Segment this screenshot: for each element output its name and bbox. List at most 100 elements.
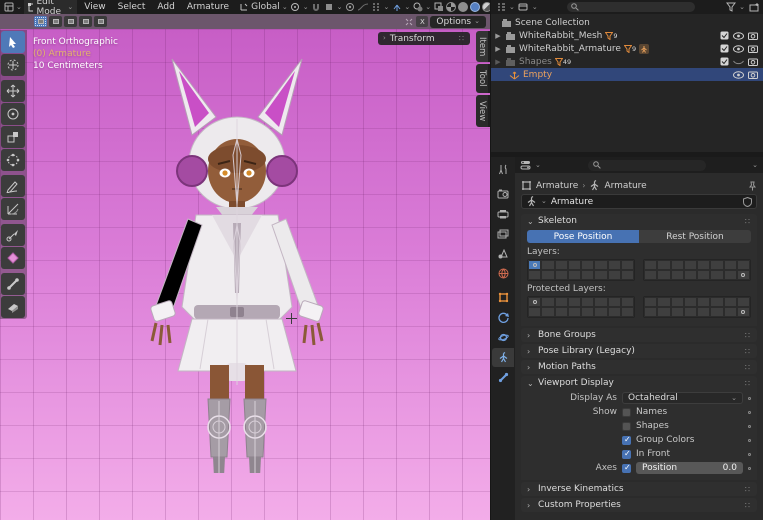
shading-wireframe-icon[interactable] <box>446 2 456 12</box>
overlays-chevron-icon[interactable]: ⌄ <box>425 4 431 11</box>
drag-handle-icon[interactable]: ∷ <box>745 363 751 372</box>
breadcrumb-object[interactable]: Armature <box>536 181 578 191</box>
layer-cell[interactable] <box>581 260 594 270</box>
layer-cell[interactable] <box>621 260 634 270</box>
layer-cell[interactable] <box>671 297 684 307</box>
outliner-type-chevron-icon[interactable]: ⌄ <box>509 4 515 11</box>
disclosure-triangle-icon[interactable]: ▶ <box>494 32 502 40</box>
rest-position-button[interactable]: Rest Position <box>639 230 751 243</box>
outliner-row-whiterabbit-armature[interactable]: ▶ WhiteRabbit_Armature 9 <box>491 42 763 55</box>
filter-icon[interactable] <box>725 2 736 13</box>
tab-world[interactable] <box>492 264 514 283</box>
armature-name-value[interactable]: Armature <box>551 197 739 207</box>
menu-select[interactable]: Select <box>113 1 151 13</box>
checkbox-icon[interactable] <box>720 57 729 66</box>
decorator-dot[interactable] <box>748 453 751 456</box>
display-as-dropdown[interactable]: Octahedral ⌄ <box>622 392 743 404</box>
tab-object-data-armature[interactable] <box>492 348 514 367</box>
outliner-row-whiterabbit-mesh[interactable]: ▶ WhiteRabbit_Mesh 9 <box>491 29 763 42</box>
layer-cell[interactable] <box>568 270 581 280</box>
breadcrumb-data[interactable]: Armature <box>604 181 646 191</box>
select-box-tool[interactable] <box>1 31 25 53</box>
layer-cell[interactable] <box>541 270 554 280</box>
overlays-icon[interactable] <box>412 2 423 13</box>
layer-cell[interactable] <box>737 260 750 270</box>
select-mode-invert-button[interactable] <box>79 16 92 27</box>
tab-view[interactable]: View <box>476 95 490 127</box>
new-collection-icon[interactable] <box>748 2 759 13</box>
layer-cell[interactable] <box>657 297 670 307</box>
show-gizmo-icon[interactable] <box>391 2 402 13</box>
layer-cell[interactable] <box>644 260 657 270</box>
mirror-icon[interactable] <box>370 2 381 13</box>
layer-cell[interactable] <box>737 297 750 307</box>
layer-cell[interactable] <box>684 297 697 307</box>
layer-cell[interactable] <box>555 307 568 317</box>
layer-cell[interactable] <box>671 270 684 280</box>
cursor-tool[interactable] <box>1 54 25 76</box>
layer-cell[interactable] <box>568 297 581 307</box>
layer-cell[interactable] <box>671 260 684 270</box>
layer-grid-right[interactable] <box>643 259 751 281</box>
select-mode-new-button[interactable] <box>34 16 47 27</box>
layer-cell[interactable] <box>737 307 750 317</box>
disclosure-triangle-icon[interactable]: ▶ <box>494 58 502 66</box>
header-chevron-icon[interactable]: ⌄ <box>752 162 758 169</box>
layer-cell[interactable] <box>697 260 710 270</box>
falloff-curve-icon[interactable] <box>357 2 368 13</box>
select-mode-intersect-button[interactable] <box>94 16 107 27</box>
rotate-tool[interactable] <box>1 103 25 125</box>
pose-position-button[interactable]: Pose Position <box>527 230 639 243</box>
layer-cell[interactable] <box>657 307 670 317</box>
layer-cell[interactable] <box>608 260 621 270</box>
shapes-checkbox[interactable] <box>622 422 631 431</box>
axes-checkbox[interactable] <box>622 464 631 473</box>
outliner-editor-type-icon[interactable] <box>495 2 506 13</box>
properties-editor-type-icon[interactable] <box>520 160 531 171</box>
layer-cell[interactable] <box>684 260 697 270</box>
checkbox-icon[interactable] <box>720 31 729 40</box>
pivot-point-icon[interactable] <box>290 2 301 13</box>
extrude-to-cursor-tool[interactable] <box>1 247 25 269</box>
editor-type-icon[interactable] <box>3 2 14 13</box>
drag-handle-icon[interactable]: ∷ <box>459 34 465 43</box>
options-button[interactable]: Options ⌄ <box>430 16 486 28</box>
gizmo-chevron-icon[interactable]: ⌄ <box>404 4 410 11</box>
camera-icon[interactable] <box>748 71 758 79</box>
motion-paths-panel[interactable]: › Motion Paths ∷ <box>521 360 757 374</box>
camera-icon[interactable] <box>748 32 758 40</box>
outliner-row-empty[interactable]: Empty <box>491 68 763 81</box>
transform-panel[interactable]: › Transform ∷ <box>378 32 470 45</box>
layer-cell[interactable] <box>724 297 737 307</box>
layer-cell[interactable] <box>657 270 670 280</box>
menu-view[interactable]: View <box>79 1 110 13</box>
layer-cell[interactable] <box>581 307 594 317</box>
snap-magnet-icon[interactable] <box>311 2 322 13</box>
layer-cell[interactable] <box>581 297 594 307</box>
measure-tool[interactable] <box>1 198 25 220</box>
layer-cell[interactable] <box>541 307 554 317</box>
layer-cell[interactable] <box>724 307 737 317</box>
protected-grid-right[interactable] <box>643 296 751 318</box>
orientation-chevron-icon[interactable]: ⌄ <box>282 4 288 11</box>
pivot-chevron-icon[interactable]: ⌄ <box>303 4 309 11</box>
id-browse-chevron-icon[interactable]: ⌄ <box>541 198 547 205</box>
layer-cell[interactable] <box>608 297 621 307</box>
eye-icon[interactable] <box>733 71 744 79</box>
bone-groups-panel[interactable]: › Bone Groups ∷ <box>521 328 757 342</box>
drag-handle-icon[interactable]: ∷ <box>745 501 751 510</box>
layer-cell[interactable] <box>541 297 554 307</box>
eye-icon[interactable] <box>733 32 744 40</box>
in-front-checkbox[interactable] <box>622 450 631 459</box>
layer-cell[interactable] <box>581 270 594 280</box>
layer-cell[interactable] <box>621 297 634 307</box>
layer-cell[interactable] <box>594 307 607 317</box>
tab-constraints[interactable] <box>492 328 514 347</box>
tab-output[interactable] <box>492 204 514 223</box>
viewport-display-header[interactable]: ⌄ Viewport Display ∷ <box>521 376 757 390</box>
layer-cell[interactable] <box>541 260 554 270</box>
layer-cell[interactable] <box>697 307 710 317</box>
snap-chevron-icon[interactable]: ⌄ <box>337 4 343 11</box>
inverse-kinematics-panel[interactable]: › Inverse Kinematics ∷ <box>521 482 757 496</box>
layer-cell[interactable] <box>528 260 541 270</box>
